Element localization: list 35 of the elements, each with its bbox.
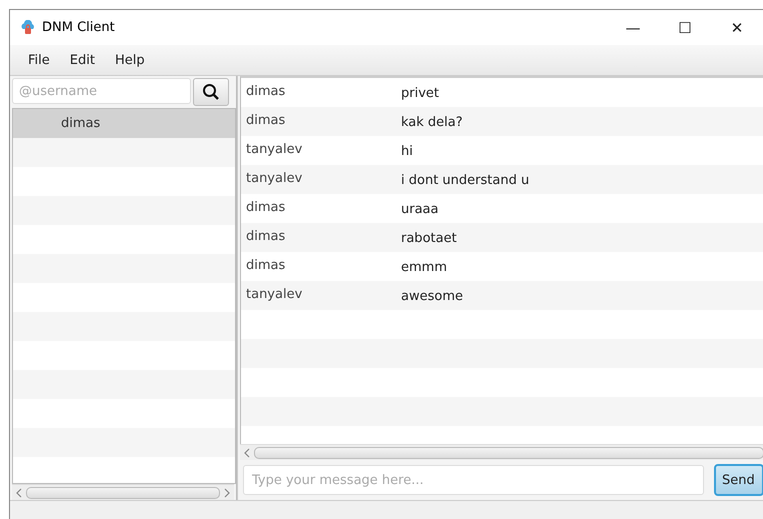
send-button[interactable]: Send <box>714 464 763 496</box>
sender-cell-text: dimas <box>245 258 286 273</box>
message-cell-text: hi <box>401 143 413 159</box>
search-button[interactable] <box>193 78 229 106</box>
sender-cell-text: tanyalev <box>245 171 304 186</box>
horizontal-scrollbar[interactable] <box>240 444 763 460</box>
window-title: DNM Client <box>42 20 116 35</box>
scroll-left-icon[interactable] <box>243 448 251 458</box>
scroll-left-icon[interactable] <box>15 488 23 498</box>
message-cell-text: uraaa <box>401 201 438 217</box>
maximize-button[interactable]: ☐ <box>659 10 711 45</box>
sender-cell-text: dimas <box>245 200 286 215</box>
message-cell-text: rabotaet <box>401 230 457 246</box>
menu-item[interactable]: Edit <box>60 52 105 68</box>
message-cell-text: kak dela? <box>401 114 463 130</box>
menu-item[interactable]: Help <box>104 52 155 68</box>
message-cell-text: emmm <box>401 259 447 275</box>
horizontal-scrollbar[interactable] <box>12 484 234 500</box>
message-cell-text: privet <box>401 85 439 101</box>
sender-cell-text: dimas <box>245 229 286 244</box>
message-cell-text: i dont understand u <box>401 172 530 188</box>
scroll-right-icon[interactable] <box>223 488 231 498</box>
sender-cell-text: dimas <box>245 84 286 99</box>
contact-item[interactable]: dimas <box>13 109 235 138</box>
cloud-lock-icon <box>20 20 36 36</box>
close-button[interactable]: ✕ <box>711 10 763 45</box>
message-field[interactable]: Type your message here... <box>243 465 704 495</box>
sender-cell-text: tanyalev <box>245 287 304 302</box>
search-field[interactable]: @username <box>12 78 191 104</box>
minimize-button[interactable]: — <box>607 10 659 45</box>
search-icon <box>202 83 220 101</box>
sender-cell-text: tanyalev <box>245 142 304 157</box>
menu-item[interactable]: File <box>18 52 60 68</box>
message-cell-text: awesome <box>401 288 463 304</box>
sender-cell-text: dimas <box>245 113 286 128</box>
